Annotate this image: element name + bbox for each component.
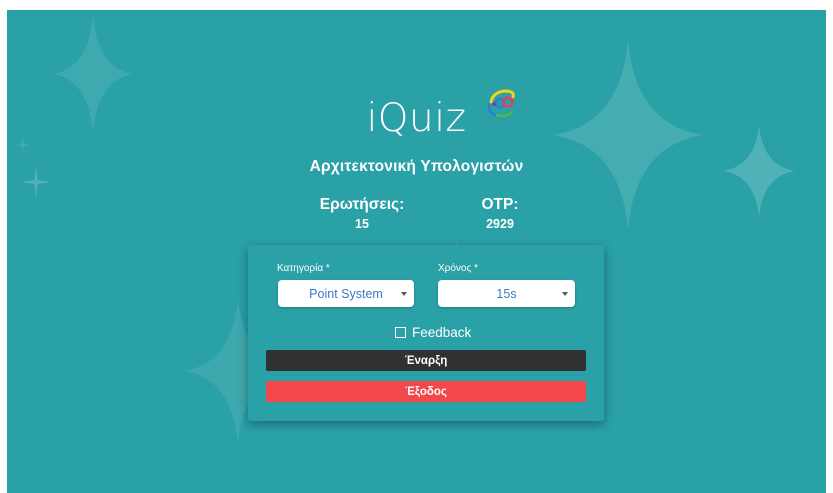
otp-label: OTP:	[481, 196, 519, 213]
questions-label: Ερωτήσεις:	[319, 196, 405, 213]
category-label: Κατηγορία *	[277, 263, 330, 274]
questions-count: 15	[355, 217, 369, 231]
start-button[interactable]: Έναρξη	[266, 350, 586, 371]
otp-value: 2929	[486, 217, 514, 231]
feedback-checkbox[interactable]	[395, 327, 406, 338]
quiz-logo-icon	[487, 89, 515, 118]
feedback-label: Feedback	[412, 325, 472, 340]
start-quiz-card: Κατηγορία * Point System Χρόνος * 15s Fe…	[248, 245, 604, 421]
quiz-lobby-screen: iQuiz Αρχιτεκτονική Υπολογιστών Ερωτήσει…	[7, 10, 826, 493]
app-brand: iQuiz	[7, 96, 826, 141]
time-select-value: 15s	[496, 286, 517, 301]
category-select-value: Point System	[309, 286, 383, 301]
exit-button[interactable]: Έξοδος	[266, 381, 586, 402]
feedback-toggle[interactable]: Feedback	[395, 325, 471, 340]
questions-stat: Ερωτήσεις: 15	[302, 196, 422, 231]
otp-stat: OTP: 2929	[460, 196, 540, 231]
brand-name: iQuiz	[366, 96, 467, 141]
quiz-subject-title: Αρχιτεκτονική Υπολογιστών	[309, 158, 524, 175]
category-select[interactable]: Point System	[278, 280, 414, 307]
time-select[interactable]: 15s	[438, 280, 575, 307]
chevron-down-icon	[562, 292, 568, 296]
time-label: Χρόνος *	[438, 263, 478, 274]
chevron-down-icon	[401, 292, 407, 296]
